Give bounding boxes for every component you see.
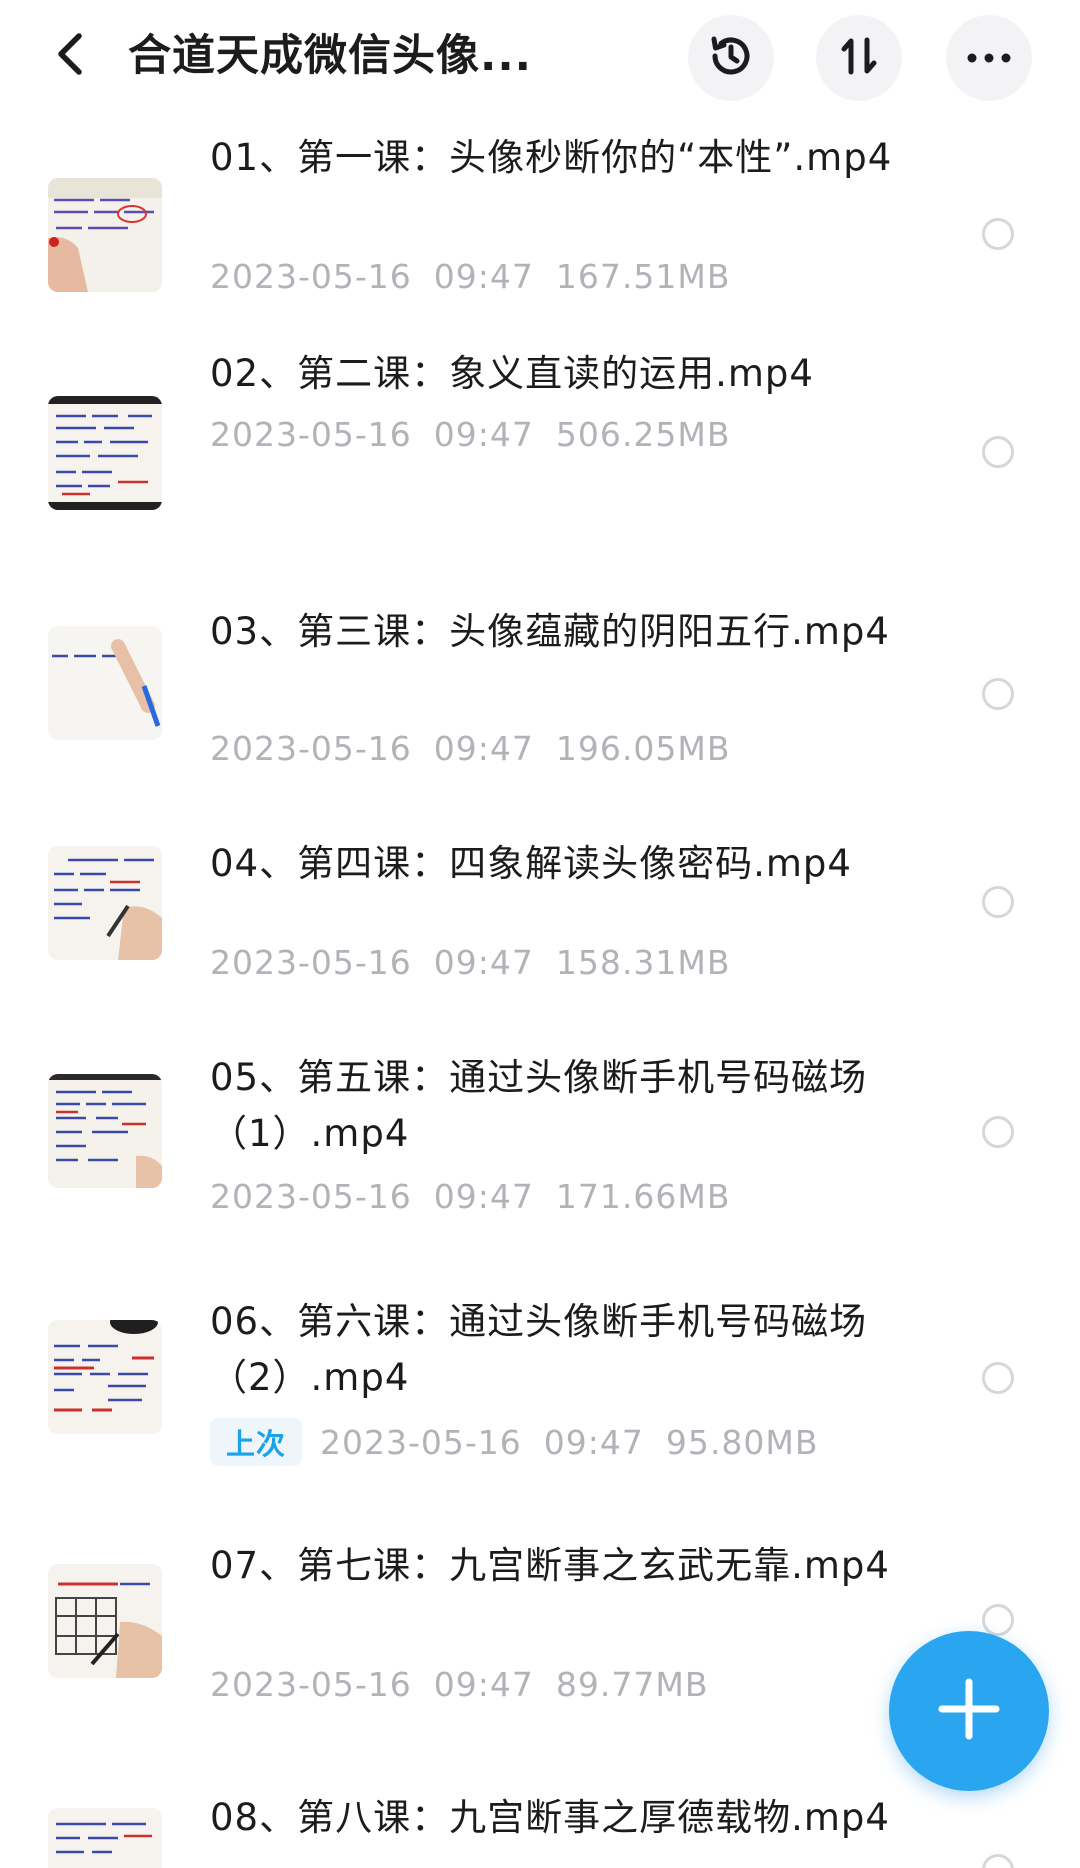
- file-meta: 2023-05-16 09:47 171.66MB: [210, 1172, 730, 1220]
- file-name: 07、第七课：九宫断事之玄武无靠.mp4: [210, 1544, 890, 1587]
- video-thumbnail: [48, 396, 162, 510]
- file-time: 09:47: [433, 1664, 534, 1704]
- file-size: 171.66MB: [555, 1176, 731, 1216]
- file-list-screen: 合道天成微信头像... 01、第一课：头像秒断你的“本性”.mp4 2023-0…: [0, 0, 1080, 1868]
- select-radio[interactable]: [982, 218, 1014, 250]
- file-size: 167.51MB: [555, 256, 731, 296]
- list-item[interactable]: 04、第四课：四象解读头像密码.mp4 2023-05-16 09:47 158…: [0, 836, 1080, 996]
- history-button[interactable]: [688, 15, 774, 101]
- file-size: 158.31MB: [555, 942, 731, 982]
- file-size: 506.25MB: [555, 414, 731, 454]
- file-date: 2023-05-16: [210, 1664, 412, 1704]
- list-item[interactable]: 02、第二课：象义直读的运用.mp4 2023-05-16 09:47 506.…: [0, 338, 1080, 538]
- file-name: 06、第六课：通过头像断手机号码磁场（2）.mp4: [210, 1300, 868, 1399]
- file-time: 09:47: [543, 1422, 644, 1462]
- file-meta: 2023-05-16 09:47 196.05MB: [210, 724, 730, 772]
- file-size: 95.80MB: [665, 1422, 819, 1462]
- video-thumbnail: [48, 846, 162, 960]
- video-thumbnail: [48, 1074, 162, 1188]
- file-meta: 2023-05-16 09:47 506.25MB: [210, 410, 730, 458]
- file-name: 04、第四课：四象解读头像密码.mp4: [210, 842, 852, 885]
- file-time: 09:47: [433, 728, 534, 768]
- select-radio[interactable]: [982, 678, 1014, 710]
- sort-button[interactable]: [816, 15, 902, 101]
- page-title: 合道天成微信头像...: [128, 31, 533, 81]
- file-meta: 2023-05-16 09:47 89.77MB: [210, 1660, 708, 1708]
- video-thumbnail: [48, 1564, 162, 1678]
- file-name: 08、第八课：九宫断事之厚德载物.mp4: [210, 1796, 890, 1839]
- list-item[interactable]: 06、第六课：通过头像断手机号码磁场（2）.mp4 上次 2023-05-16 …: [0, 1290, 1080, 1500]
- select-radio[interactable]: [982, 1854, 1014, 1868]
- last-played-badge: 上次: [210, 1418, 303, 1466]
- file-name: 05、第五课：通过头像断手机号码磁场（1）.mp4: [210, 1056, 868, 1155]
- file-meta: 上次 2023-05-16 09:47 95.80MB: [210, 1418, 819, 1466]
- file-date: 2023-05-16: [320, 1422, 522, 1462]
- more-button[interactable]: [946, 15, 1032, 101]
- file-time: 09:47: [433, 414, 534, 454]
- select-radio[interactable]: [982, 1362, 1014, 1394]
- select-radio[interactable]: [982, 886, 1014, 918]
- video-thumbnail: [48, 1320, 162, 1434]
- list-item[interactable]: 05、第五课：通过头像断手机号码磁场（1）.mp4 2023-05-16 09:…: [0, 1046, 1080, 1256]
- file-date: 2023-05-16: [210, 1176, 412, 1216]
- add-button[interactable]: [889, 1631, 1049, 1791]
- file-time: 09:47: [433, 256, 534, 296]
- list-item[interactable]: 08、第八课：九宫断事之厚德载物.mp4: [0, 1782, 1080, 1868]
- select-radio[interactable]: [982, 436, 1014, 468]
- list-item[interactable]: 03、第三课：头像蕴藏的阴阳五行.mp4 2023-05-16 09:47 19…: [0, 580, 1080, 790]
- list-item[interactable]: 01、第一课：头像秒断你的“本性”.mp4 2023-05-16 09:47 1…: [0, 112, 1080, 332]
- back-button[interactable]: [44, 30, 96, 82]
- file-time: 09:47: [433, 1176, 534, 1216]
- file-date: 2023-05-16: [210, 942, 412, 982]
- file-size: 89.77MB: [555, 1664, 709, 1704]
- select-radio[interactable]: [982, 1604, 1014, 1636]
- sort-arrows-icon: [835, 32, 883, 84]
- more-dots-icon: [966, 49, 1012, 68]
- file-name: 01、第一课：头像秒断你的“本性”.mp4: [210, 136, 893, 179]
- file-time: 09:47: [433, 942, 534, 982]
- file-date: 2023-05-16: [210, 414, 412, 454]
- chevron-left-icon: [53, 32, 87, 80]
- file-date: 2023-05-16: [210, 728, 412, 768]
- video-thumbnail: [48, 626, 162, 740]
- file-name: 02、第二课：象义直读的运用.mp4: [210, 352, 814, 395]
- file-date: 2023-05-16: [210, 256, 412, 296]
- file-size: 196.05MB: [555, 728, 731, 768]
- file-meta: 2023-05-16 09:47 158.31MB: [210, 938, 730, 986]
- select-radio[interactable]: [982, 1116, 1014, 1148]
- file-meta: 2023-05-16 09:47 167.51MB: [210, 252, 730, 300]
- top-bar: 合道天成微信头像...: [0, 0, 1080, 112]
- history-clock-icon: [705, 30, 757, 86]
- video-thumbnail: [48, 178, 162, 292]
- file-name: 03、第三课：头像蕴藏的阴阳五行.mp4: [210, 610, 890, 653]
- plus-icon: [938, 1678, 1000, 1744]
- video-thumbnail: [48, 1808, 162, 1868]
